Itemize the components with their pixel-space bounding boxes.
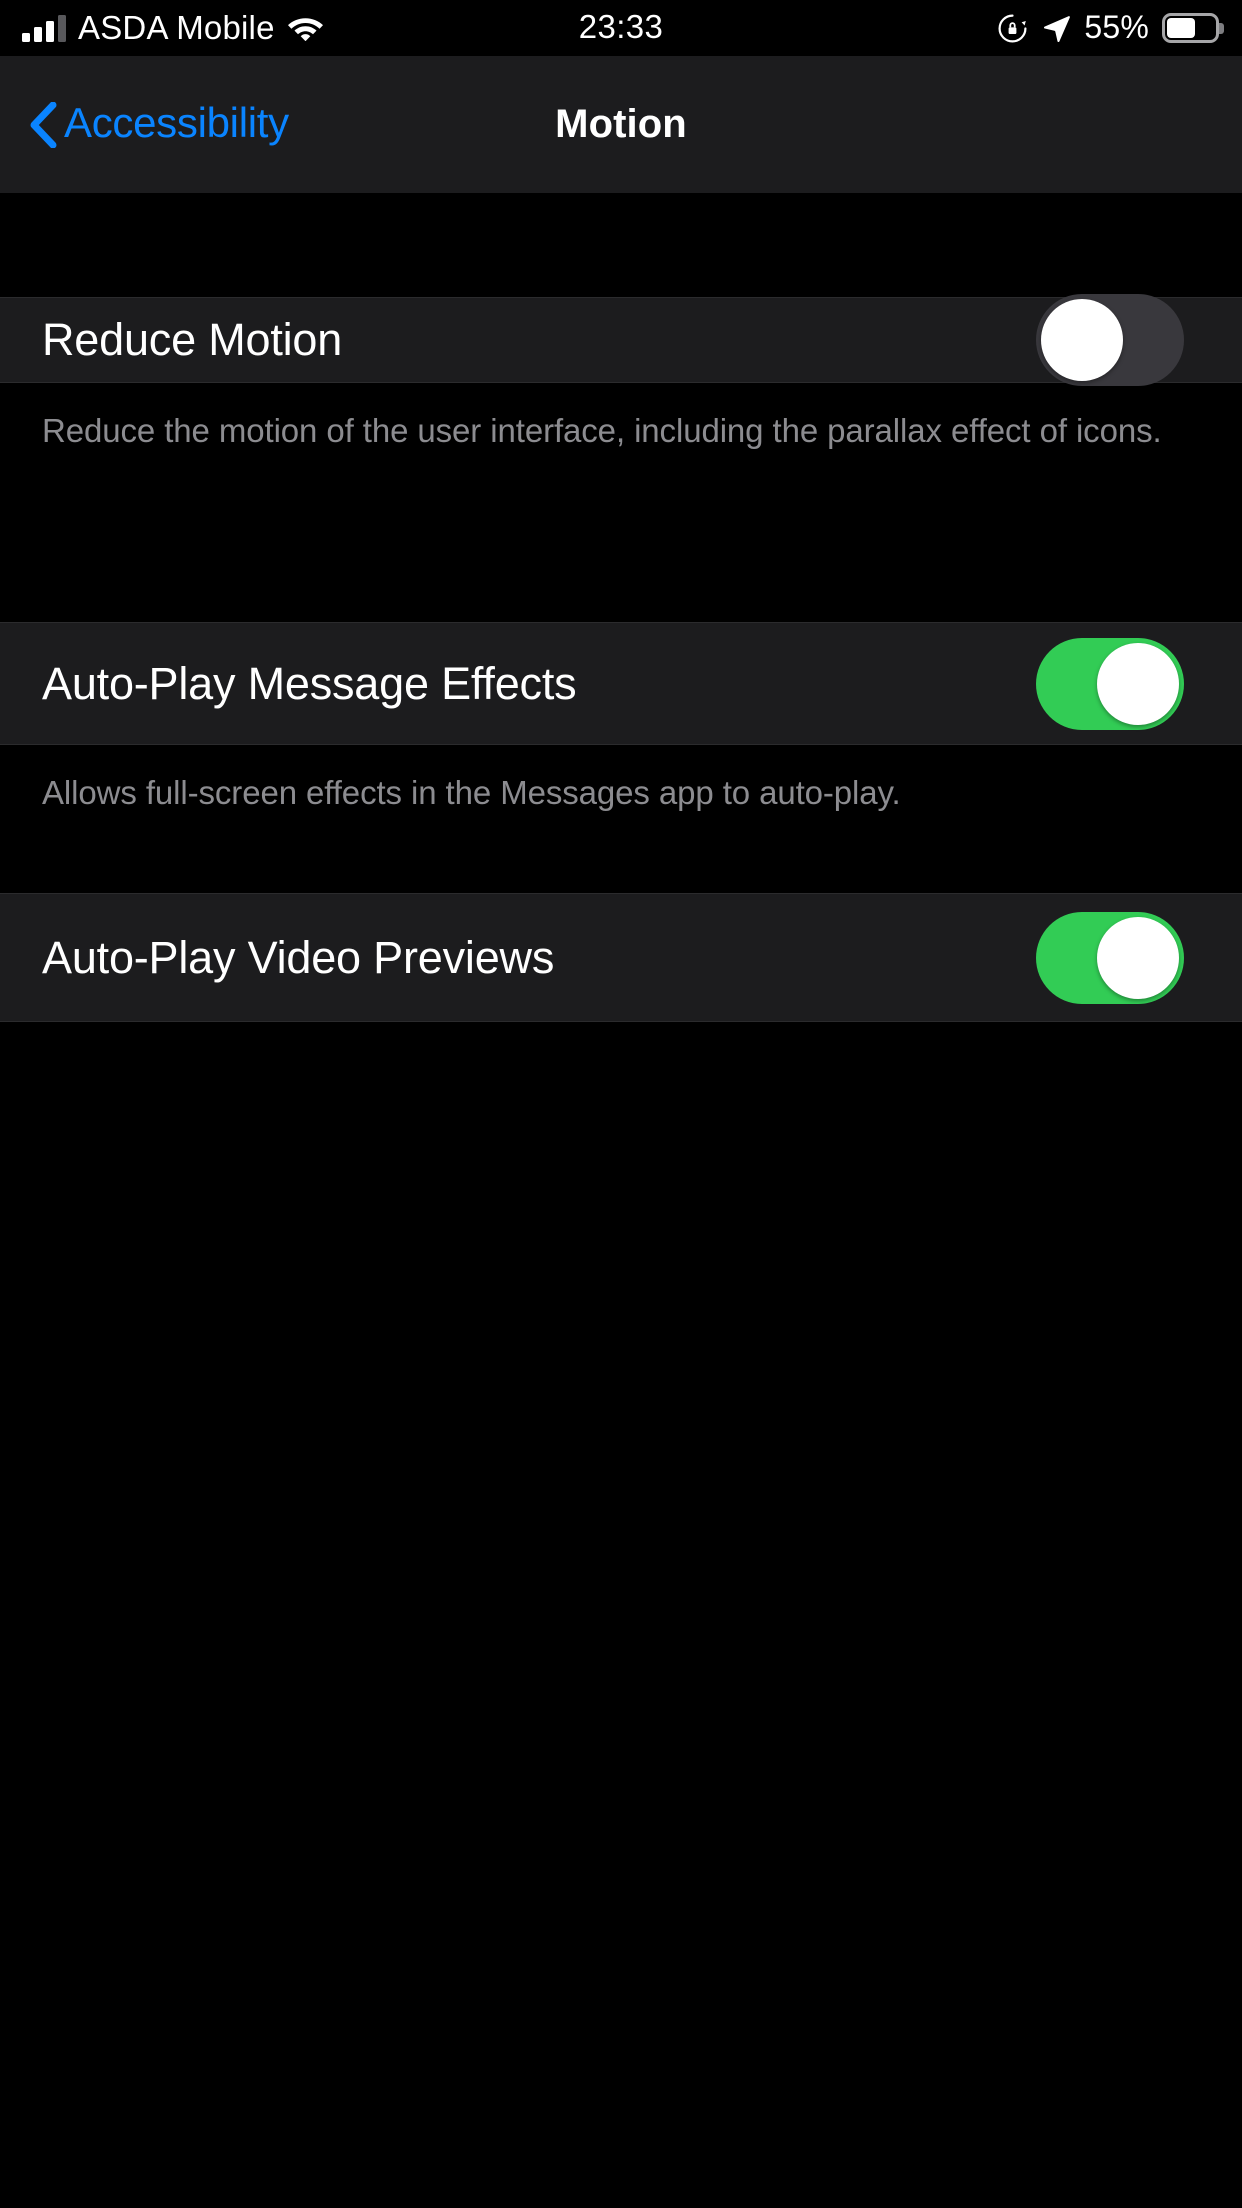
rotation-lock-icon: [997, 13, 1028, 44]
row-label-auto-play-message-effects: Auto-Play Message Effects: [42, 657, 577, 709]
toggle-reduce-motion[interactable]: [1036, 294, 1184, 386]
battery-percent-label: 55%: [1084, 8, 1149, 45]
row-auto-play-video-previews[interactable]: Auto-Play Video Previews: [0, 894, 1242, 1021]
row-label-reduce-motion: Reduce Motion: [42, 314, 343, 365]
iphone-settings-screen: ASDA Mobile 23:33 55% Motion Accessibili…: [0, 0, 1242, 2208]
back-button-label: Accessibility: [64, 98, 289, 146]
footer-auto-play-message-effects: Allows full-screen effects in the Messag…: [42, 774, 901, 811]
footer-reduce-motion: Reduce the motion of the user interface,…: [42, 412, 1162, 449]
section-auto-play-message-effects: Auto-Play Message Effects: [0, 622, 1242, 745]
battery-icon: [1162, 13, 1224, 43]
status-bar-right: 55%: [997, 0, 1224, 56]
row-label-auto-play-video-previews: Auto-Play Video Previews: [42, 931, 555, 983]
chevron-left-icon: [28, 101, 58, 148]
navigation-bar: Motion Accessibility: [0, 56, 1242, 193]
toggle-auto-play-video-previews[interactable]: [1036, 911, 1184, 1004]
row-auto-play-message-effects[interactable]: Auto-Play Message Effects: [0, 623, 1242, 744]
clock-label: 23:33: [578, 8, 664, 45]
section-auto-play-video-previews: Auto-Play Video Previews: [0, 893, 1242, 1022]
toggle-auto-play-message-effects[interactable]: [1036, 637, 1184, 730]
location-arrow-icon: [1041, 13, 1071, 43]
toggle-knob: [1041, 299, 1123, 381]
toggle-knob: [1097, 916, 1179, 999]
status-bar: ASDA Mobile 23:33 55%: [0, 0, 1242, 56]
row-reduce-motion[interactable]: Reduce Motion: [0, 294, 1242, 386]
section-reduce-motion: Reduce Motion: [0, 294, 1242, 386]
back-button[interactable]: Accessibility: [28, 56, 289, 193]
toggle-knob: [1097, 642, 1179, 725]
